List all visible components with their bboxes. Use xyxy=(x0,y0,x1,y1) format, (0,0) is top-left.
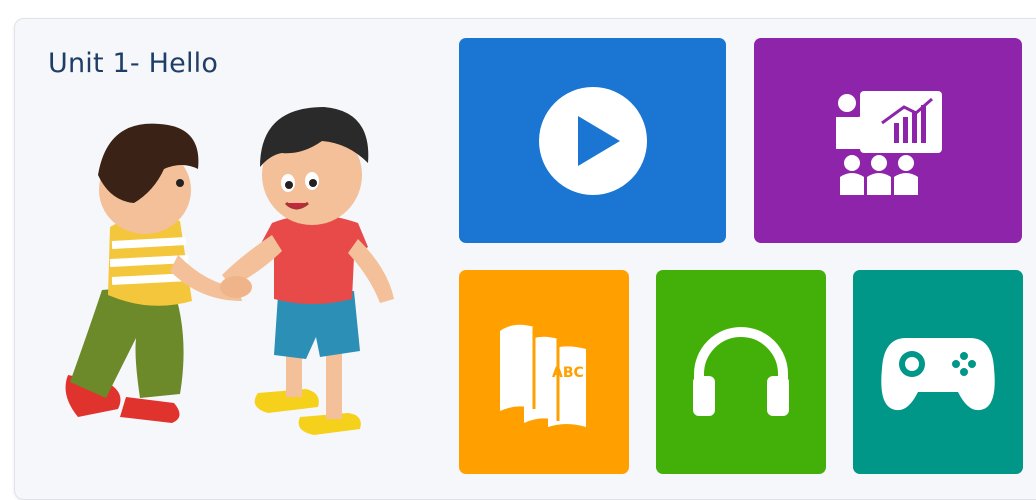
book-icon-text: ABC xyxy=(552,365,584,381)
two-boys-shaking-hands-illustration xyxy=(65,107,394,435)
gamepad-icon xyxy=(881,338,995,411)
right-boy xyxy=(222,107,394,435)
play-icon xyxy=(538,86,647,195)
headphones-icon xyxy=(693,327,789,416)
vocabulary-tile[interactable]: ABC xyxy=(459,270,629,474)
presentation-icon xyxy=(836,90,942,195)
unit-title: Unit 1- Hello xyxy=(48,48,219,79)
left-boy xyxy=(65,123,242,423)
video-tile[interactable] xyxy=(459,38,726,243)
listening-tile[interactable] xyxy=(656,270,826,474)
game-tile[interactable] xyxy=(853,270,1023,474)
lesson-tile[interactable] xyxy=(754,38,1022,243)
abc-books-icon: ABC xyxy=(500,324,586,427)
